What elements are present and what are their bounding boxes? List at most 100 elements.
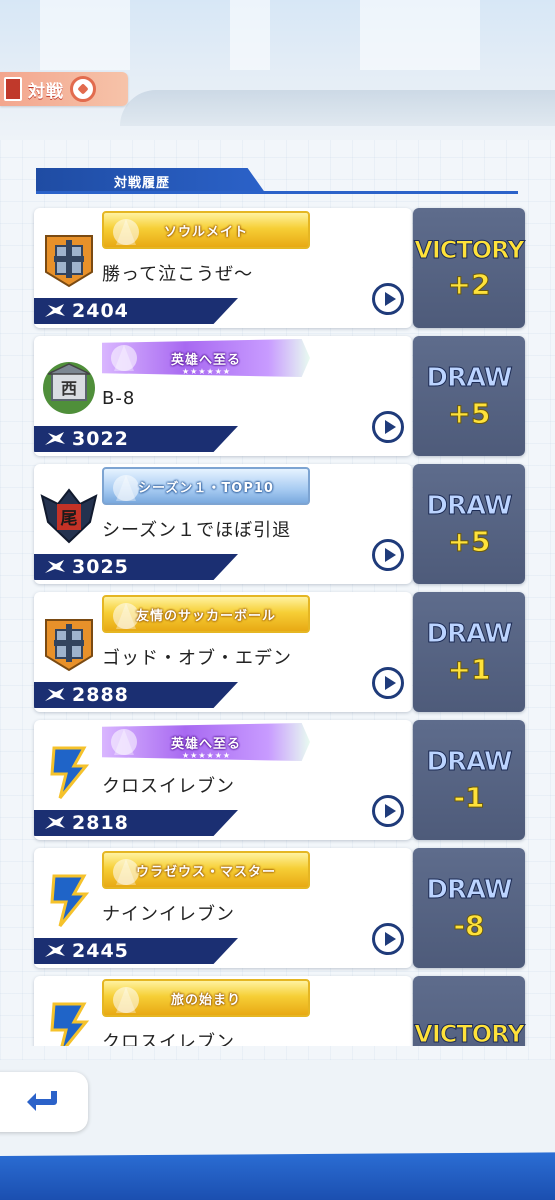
match-card[interactable]: 尾 シーズン１・TOP10 シーズン１でほぼ引退 3025 DRAW +5	[34, 464, 526, 584]
power-icon	[44, 559, 66, 575]
power-icon	[44, 943, 66, 959]
team-power-value: 2818	[72, 812, 129, 834]
replay-button[interactable]	[372, 667, 404, 699]
replay-button[interactable]	[372, 539, 404, 571]
team-power-bar: 3022	[34, 426, 238, 452]
opponent-name: ナインイレブン	[102, 904, 235, 925]
back-button[interactable]	[0, 1072, 88, 1132]
team-power-value: 2888	[72, 684, 129, 706]
match-info: 英雄へ至る ★★★★★★ クロスイレブン 2818	[34, 720, 412, 840]
title-badge: 英雄へ至る ★★★★★★	[102, 723, 310, 761]
match-card[interactable]: ウラゼウス・マスターナインイレブン 2445 DRAW -8	[34, 848, 526, 968]
rating-change: +5	[447, 396, 491, 430]
result-panel: DRAW +1	[413, 592, 525, 712]
svg-text:尾: 尾	[61, 509, 78, 529]
title-badge-text: 友情のサッカーボール	[135, 608, 276, 624]
rating-change: -1	[453, 780, 485, 814]
result-label: DRAW	[426, 618, 513, 649]
opponent-name: シーズン１でほぼ引退	[102, 520, 292, 541]
soccer-ball-icon	[70, 76, 96, 102]
match-info: 西 英雄へ至る ★★★★★★ B-8 3022	[34, 336, 412, 456]
match-card[interactable]: 旅の始まり クロスイレブン VICTORY	[34, 976, 526, 1046]
match-info: 旅の始まりクロスイレブン	[34, 976, 412, 1046]
team-power-value: 3025	[72, 556, 129, 578]
match-info: 尾 シーズン１・TOP10 シーズン１でほぼ引退 3025	[34, 464, 412, 584]
stadium-background	[0, 0, 555, 140]
play-icon	[384, 932, 396, 946]
result-label: DRAW	[426, 874, 513, 905]
badge-icon	[113, 987, 139, 1013]
replay-button[interactable]	[372, 795, 404, 827]
opponent-name: クロスイレブン	[102, 1032, 235, 1046]
rating-change: -8	[453, 908, 485, 942]
opponent-name: ゴッド・オブ・エデン	[102, 648, 292, 669]
replay-button[interactable]	[372, 283, 404, 315]
play-icon	[384, 292, 396, 306]
inazuma-emblem	[40, 868, 98, 930]
inazuma-emblem	[40, 740, 98, 802]
match-info: ソウルメイト勝って泣こうぜ〜 2404	[34, 208, 412, 328]
light-beam	[40, 0, 130, 70]
team-power-bar: 2404	[34, 298, 238, 324]
opponent-name: 勝って泣こうぜ〜	[102, 264, 254, 285]
result-panel: DRAW -8	[413, 848, 525, 968]
result-panel: DRAW +5	[413, 336, 525, 456]
match-info: 友情のサッカーボールゴッド・オブ・エデン 2888	[34, 592, 412, 712]
replay-button[interactable]	[372, 923, 404, 955]
result-panel: DRAW -1	[413, 720, 525, 840]
badge-icon	[111, 729, 137, 755]
lightning-emblem	[40, 612, 98, 674]
rating-change: +5	[447, 524, 491, 558]
title-badge: ウラゼウス・マスター	[102, 851, 310, 889]
stadium-stands	[120, 90, 555, 126]
title-badge-text: 旅の始まり	[170, 992, 241, 1008]
title-badge-text: 英雄へ至る	[170, 736, 241, 752]
power-icon	[44, 815, 66, 831]
section-divider	[36, 191, 518, 194]
title-badge: 友情のサッカーボール	[102, 595, 310, 633]
return-arrow-icon	[27, 1091, 57, 1111]
play-icon	[384, 420, 396, 434]
match-card[interactable]: 英雄へ至る ★★★★★★ クロスイレブン 2818 DRAW -1	[34, 720, 526, 840]
play-icon	[384, 676, 396, 690]
rank-stars: ★★★★★★	[182, 751, 232, 760]
team-power-bar: 2818	[34, 810, 238, 836]
screen-title: 対戦	[28, 81, 64, 102]
power-icon	[44, 303, 66, 319]
result-label: DRAW	[426, 746, 513, 777]
inazuma-emblem	[40, 996, 98, 1046]
light-beam	[230, 0, 270, 70]
play-icon	[384, 804, 396, 818]
light-beam	[360, 0, 480, 70]
badge-icon	[111, 345, 137, 371]
team-power-value: 2445	[72, 940, 129, 962]
result-panel: DRAW +5	[413, 464, 525, 584]
play-icon	[384, 548, 396, 562]
match-history-list[interactable]: ソウルメイト 勝って泣こうぜ〜 2404 VICTORY +2 西英雄へ至る ★★★★★★ B…	[0, 200, 555, 1046]
bat-emblem: 尾	[40, 484, 98, 546]
screen-title-tag: 対戦	[0, 72, 128, 106]
match-card[interactable]: 西 英雄へ至る ★★★★★★ B-8 3022 DRAW +5	[34, 336, 526, 456]
result-label: DRAW	[426, 490, 513, 521]
match-card[interactable]: 友情のサッカーボールゴッド・オブ・エデン 2888 DRAW +1	[34, 592, 526, 712]
laurel-emblem: 西	[40, 356, 98, 418]
title-badge: シーズン１・TOP10	[102, 467, 310, 505]
rating-change: +1	[447, 652, 491, 686]
result-panel: VICTORY	[413, 976, 525, 1046]
result-label: DRAW	[426, 362, 513, 393]
team-power-bar: 3025	[34, 554, 238, 580]
replay-button[interactable]	[372, 411, 404, 443]
opponent-name: B-8	[102, 388, 136, 409]
bottom-bar	[0, 1150, 555, 1200]
title-badge-text: シーズン１・TOP10	[138, 480, 274, 496]
match-card[interactable]: ソウルメイト 勝って泣こうぜ〜 2404 VICTORY +2	[34, 208, 526, 328]
power-icon	[44, 687, 66, 703]
match-info: ウラゼウス・マスターナインイレブン 2445	[34, 848, 412, 968]
power-icon	[44, 431, 66, 447]
badge-icon	[113, 219, 139, 245]
title-badge: ソウルメイト	[102, 211, 310, 249]
rank-stars: ★★★★★★	[182, 367, 232, 376]
title-badge: 英雄へ至る ★★★★★★	[102, 339, 310, 377]
team-power-bar: 2888	[34, 682, 238, 708]
result-label: VICTORY	[414, 235, 525, 264]
